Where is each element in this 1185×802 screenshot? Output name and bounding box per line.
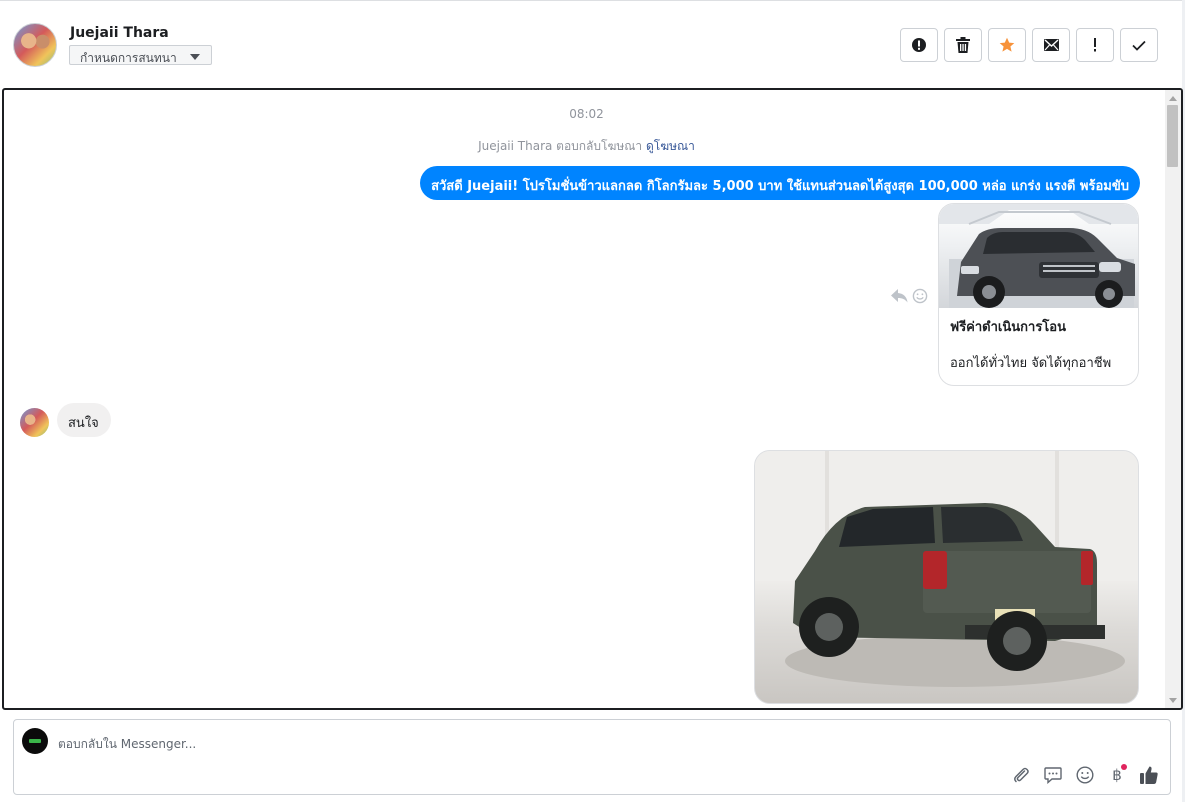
thumbs-up-icon [1140,766,1158,784]
exclamation-icon [1094,38,1096,52]
trash-icon [956,37,970,53]
outgoing-message-bubble[interactable]: สวัสดี Juejaii! โปรโมชั่นข้าวแลกลด กิโลก… [420,166,1140,200]
conversation-header: Juejaii Thara กำหนดการสนทนา [0,0,1182,88]
chat-bubbles-icon [1044,766,1062,784]
pickup-truck-front-image [939,204,1138,308]
ad-card[interactable]: ฟรีค่าดำเนินการโอน ออกได้ทั่วไทย จัดได้ท… [938,203,1139,386]
reply-composer: ฿ [13,719,1171,795]
scroll-up-arrow-icon[interactable] [1169,96,1177,101]
message-actions [891,288,928,304]
sender-avatar[interactable] [20,408,49,437]
reply-icon[interactable] [891,289,908,303]
mark-spam-button[interactable] [900,28,938,62]
attached-photo[interactable] [754,450,1139,704]
check-icon [1132,40,1146,51]
notification-dot [1121,764,1127,770]
messenger-inbox-conversation: Juejaii Thara กำหนดการสนทนา 08:02 Juejai… [0,0,1185,802]
mark-important-button[interactable] [1076,28,1114,62]
user-name[interactable]: Juejaii Thara [70,25,169,41]
ad-card-title: ฟรีค่าดำเนินการโอน [950,320,1066,335]
scrollbar-thumb[interactable] [1167,105,1178,167]
view-ad-link[interactable]: ดูโฆษณา [646,139,695,153]
emoji-icon [1076,766,1094,784]
star-button[interactable] [988,28,1026,62]
conversation-toolbar [900,28,1158,62]
caret-down-icon [190,54,200,60]
delete-button[interactable] [944,28,982,62]
payment-button[interactable]: ฿ [1106,764,1128,786]
send-like-button[interactable] [1138,764,1160,786]
conversation-scrollbar[interactable] [1165,90,1181,708]
ad-card-subtitle: ออกได้ทั่วไทย จัดได้ทุกอาชีพ [950,356,1112,371]
reply-input[interactable] [58,735,858,753]
ad-reply-text: Juejaii Thara ตอบกลับโฆษณา [478,139,643,153]
message-timestamp: 08:02 [569,107,604,121]
alert-circle-icon [912,38,926,52]
ad-reply-notice: Juejaii Thara ตอบกลับโฆษณา ดูโฆษณา [4,137,1169,156]
composer-tools: ฿ [1010,764,1160,786]
emoji-button[interactable] [1074,764,1096,786]
mark-unread-button[interactable] [1032,28,1070,62]
paperclip-icon [1014,767,1029,783]
star-icon [999,37,1015,52]
ad-card-image [939,204,1138,308]
baht-icon: ฿ [1112,766,1122,784]
envelope-icon [1043,39,1059,51]
scroll-down-arrow-icon[interactable] [1169,698,1177,703]
emoji-reaction-icon[interactable] [912,288,928,304]
pickup-truck-rear-image [755,451,1138,687]
conversation-label-dropdown[interactable]: กำหนดการสนทนา [69,45,212,65]
conversation-panel[interactable]: 08:02 Juejaii Thara ตอบกลับโฆษณา ดูโฆษณา… [2,88,1183,710]
mark-done-button[interactable] [1120,28,1158,62]
saved-replies-button[interactable] [1042,764,1064,786]
user-avatar[interactable] [13,23,57,67]
label-dropdown-text: กำหนดการสนทนา [80,51,177,65]
page-avatar [22,728,48,754]
attach-file-button[interactable] [1010,764,1032,786]
incoming-message-bubble[interactable]: สนใจ [57,403,111,437]
